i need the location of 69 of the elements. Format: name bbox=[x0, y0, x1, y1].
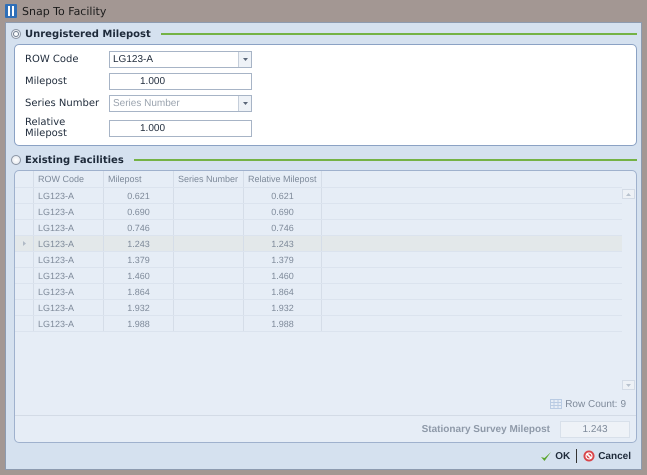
window-title: Snap To Facility bbox=[22, 4, 106, 18]
table-cell: 0.621 bbox=[127, 190, 150, 200]
column-header[interactable]: Relative Milepost bbox=[244, 171, 322, 187]
table-row[interactable]: LG123-A 0.621 0.621 bbox=[15, 188, 622, 204]
input-field[interactable]: 1.000 bbox=[109, 73, 252, 90]
table-cell: 1.864 bbox=[127, 286, 150, 296]
column-header[interactable]: ROW Code bbox=[34, 171, 104, 187]
table-cell: 0.746 bbox=[271, 222, 294, 232]
table-cell: LG123-A bbox=[38, 206, 74, 216]
section-title: Existing Facilities bbox=[25, 154, 124, 166]
down-arrow-icon bbox=[626, 384, 631, 386]
up-arrow-icon bbox=[626, 192, 631, 196]
table-cell: 1.988 bbox=[271, 318, 294, 328]
table-cell: 1.988 bbox=[127, 318, 150, 328]
input-field[interactable]: 1.243 bbox=[560, 420, 630, 438]
field-label: Series Number bbox=[25, 98, 100, 109]
table-cell: 0.746 bbox=[127, 222, 150, 232]
cancel-button[interactable]: Cancel bbox=[581, 450, 633, 462]
input-field[interactable]: 1.000 bbox=[109, 120, 252, 136]
column-header[interactable]: Milepost bbox=[104, 171, 174, 187]
table-cell: 1.379 bbox=[271, 254, 294, 264]
section-title: Unregistered Milepost bbox=[25, 28, 151, 40]
table-cell: 1.932 bbox=[271, 302, 294, 312]
table-cell: 0.690 bbox=[271, 206, 294, 216]
field-label: Milepost bbox=[25, 76, 68, 87]
dropdown-field[interactable]: Series Number bbox=[109, 95, 252, 112]
table-cell: LG123-A bbox=[38, 302, 74, 312]
dropdown-field[interactable]: LG123-A bbox=[109, 51, 252, 68]
table-cell: 1.460 bbox=[271, 270, 294, 280]
caret-icon bbox=[242, 58, 248, 61]
table-row[interactable]: LG123-A 1.988 1.988 bbox=[15, 316, 622, 332]
column-header[interactable]: Series Number bbox=[174, 171, 244, 187]
table-cell: 1.243 bbox=[127, 238, 150, 248]
table-icon bbox=[550, 399, 562, 409]
table-cell: LG123-A bbox=[38, 190, 74, 200]
field-label: Stationary Survey Milepost bbox=[422, 424, 550, 434]
table-cell: 1.932 bbox=[127, 302, 150, 312]
table-cell: 1.379 bbox=[127, 254, 150, 264]
ok-button[interactable]: OK bbox=[538, 450, 572, 462]
table-row[interactable]: LG123-A 1.243 1.243 bbox=[15, 236, 622, 252]
checkmark-icon bbox=[540, 450, 552, 462]
cancel-icon bbox=[583, 450, 596, 462]
table-cell: LG123-A bbox=[38, 238, 74, 248]
scroll-down-button[interactable] bbox=[622, 380, 635, 390]
field-label: Relative Milepost bbox=[25, 117, 68, 139]
table-row[interactable]: LG123-A 1.460 1.460 bbox=[15, 268, 622, 284]
table-row[interactable]: LG123-A 0.690 0.690 bbox=[15, 204, 622, 220]
row-count-label: Row Count: bbox=[565, 398, 618, 410]
caret-icon bbox=[242, 102, 248, 105]
table-row[interactable]: LG123-A 1.932 1.932 bbox=[15, 300, 622, 316]
field-label: ROW Code bbox=[25, 54, 80, 65]
table-cell: 1.243 bbox=[271, 238, 294, 248]
table-cell: 1.460 bbox=[127, 270, 150, 280]
app-icon bbox=[5, 4, 17, 18]
table-cell: LG123-A bbox=[38, 318, 74, 328]
radio-button[interactable] bbox=[11, 155, 21, 165]
radio-button[interactable] bbox=[11, 29, 21, 39]
table-cell: LG123-A bbox=[38, 286, 74, 296]
table-cell: 1.864 bbox=[271, 286, 294, 296]
table-row[interactable]: LG123-A 1.379 1.379 bbox=[15, 252, 622, 268]
table-cell: 0.621 bbox=[271, 190, 294, 200]
table-cell: 0.690 bbox=[127, 206, 150, 216]
table-cell: LG123-A bbox=[38, 222, 74, 232]
row-pointer-icon bbox=[22, 241, 26, 246]
table-cell: LG123-A bbox=[38, 254, 74, 264]
table-row[interactable]: LG123-A 1.864 1.864 bbox=[15, 284, 622, 300]
row-count: 9 bbox=[620, 398, 626, 410]
scroll-up-button[interactable] bbox=[622, 189, 635, 199]
table-cell: LG123-A bbox=[38, 270, 74, 280]
